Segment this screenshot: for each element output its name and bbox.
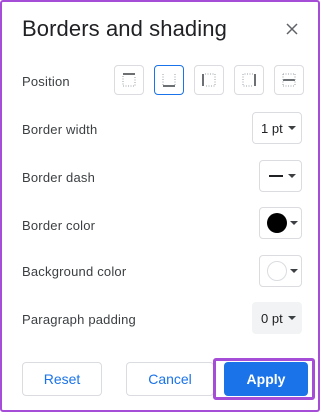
background-color-label: Background color (22, 264, 127, 279)
border-top-icon (122, 73, 136, 87)
reset-button[interactable]: Reset (22, 362, 102, 396)
paragraph-padding-dropdown[interactable]: 0 pt (252, 302, 302, 334)
background-color-dropdown[interactable] (259, 255, 302, 287)
border-color-label: Border color (22, 218, 96, 233)
position-right-button[interactable] (234, 65, 264, 95)
background-color-swatch (267, 261, 287, 281)
chevron-down-icon (290, 269, 298, 273)
solid-line-icon (269, 175, 283, 177)
border-width-label: Border width (22, 122, 98, 137)
border-width-value: 1 pt (261, 120, 283, 136)
position-label: Position (22, 74, 70, 89)
close-button[interactable] (282, 19, 302, 39)
border-all-icon (162, 74, 176, 87)
border-color-swatch (267, 213, 287, 233)
cancel-button[interactable]: Cancel (126, 362, 214, 396)
chevron-down-icon (288, 174, 296, 178)
borders-and-shading-dialog: Borders and shading Position Border widt… (0, 0, 320, 412)
close-icon (286, 23, 298, 35)
chevron-down-icon (287, 126, 296, 130)
position-top-button[interactable] (114, 65, 144, 95)
border-between-icon (282, 73, 296, 87)
border-color-dropdown[interactable] (259, 207, 302, 239)
apply-highlight-outline (213, 358, 315, 400)
position-between-button[interactable] (274, 65, 304, 95)
border-width-dropdown[interactable]: 1 pt (252, 112, 302, 144)
position-all-button[interactable] (154, 65, 184, 95)
border-right-icon (242, 73, 256, 87)
dialog-title: Borders and shading (22, 16, 227, 41)
chevron-down-icon (287, 316, 296, 320)
paragraph-padding-value: 0 pt (261, 310, 283, 326)
paragraph-padding-label: Paragraph padding (22, 312, 136, 327)
border-left-icon (202, 73, 216, 87)
chevron-down-icon (290, 221, 298, 225)
position-left-button[interactable] (194, 65, 224, 95)
border-dash-dropdown[interactable] (259, 160, 302, 192)
border-dash-label: Border dash (22, 170, 96, 185)
